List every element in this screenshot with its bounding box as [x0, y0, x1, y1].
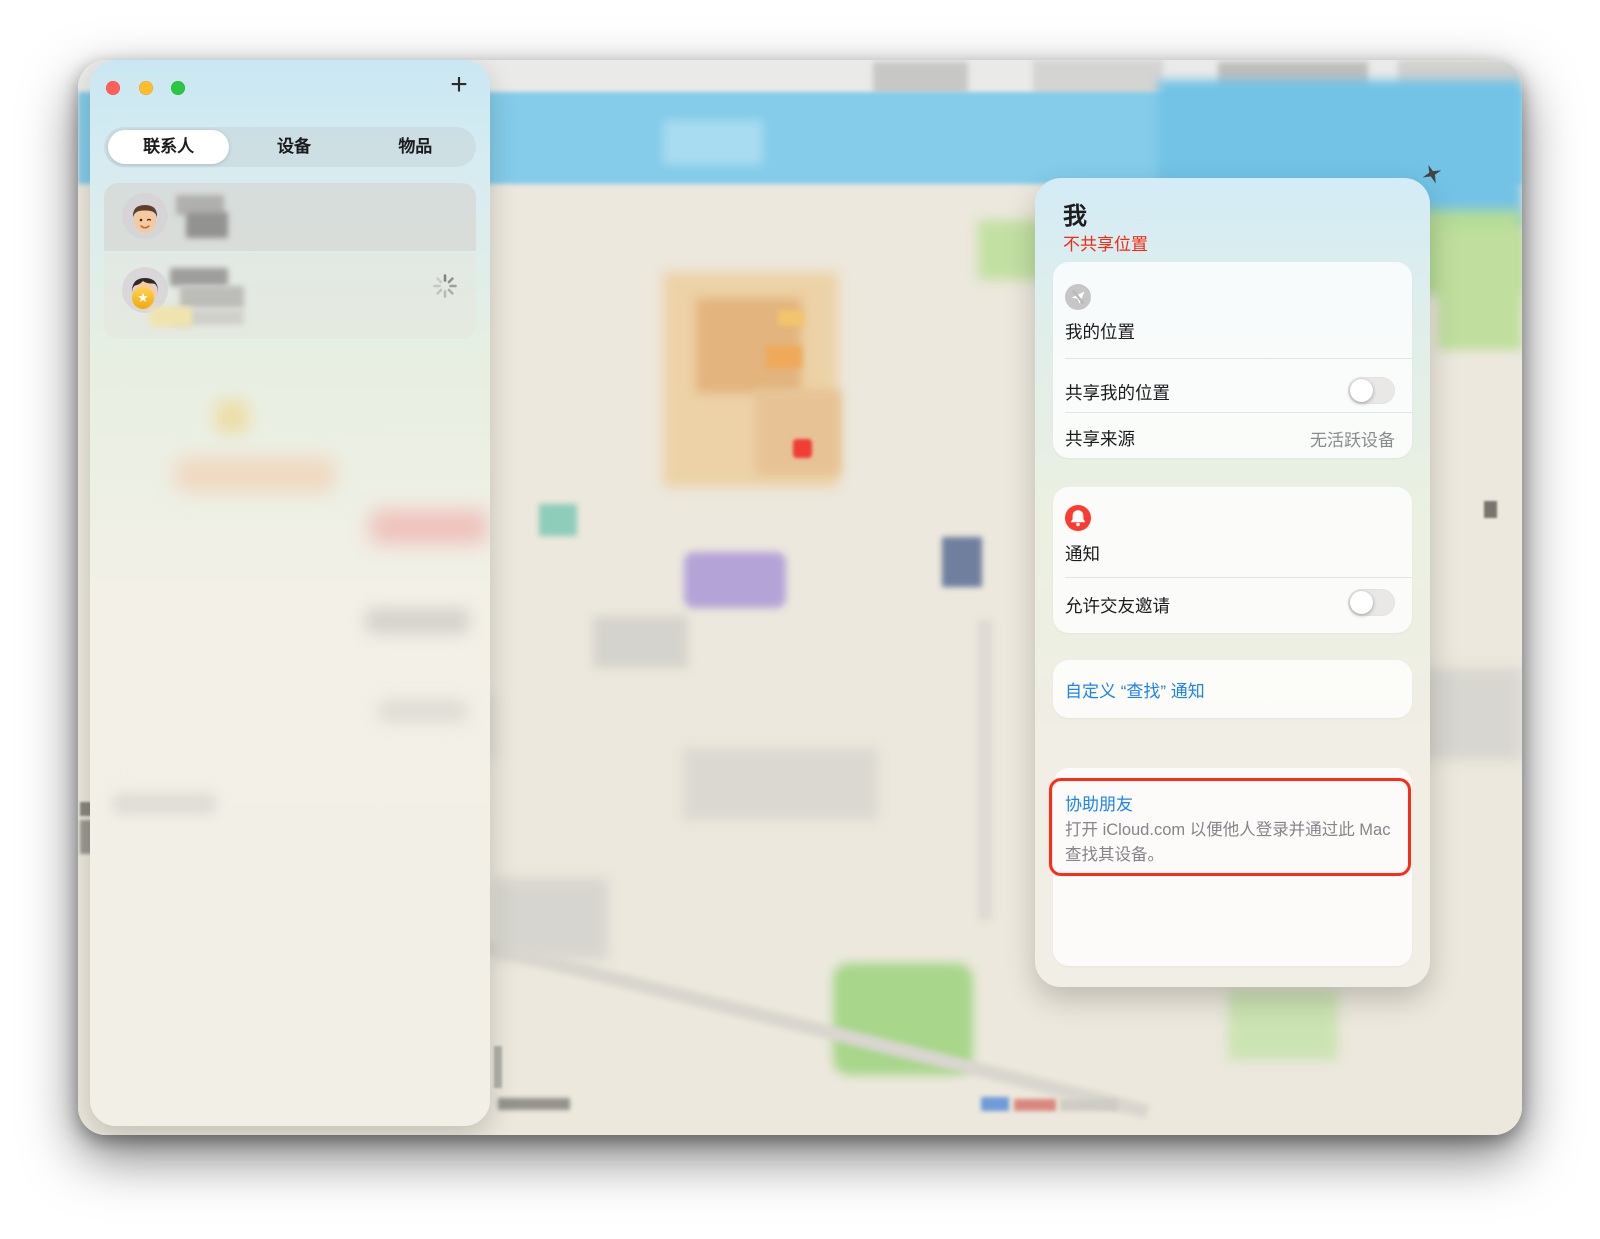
- help-friend-link[interactable]: 协助朋友: [1065, 790, 1133, 815]
- map-blob: [1033, 60, 1163, 96]
- help-friend-card: 协助朋友 打开 iCloud.com 以便他人登录并通过此 Mac 查找其设备。: [1053, 768, 1412, 966]
- tab-devices[interactable]: 设备: [233, 127, 354, 167]
- map-label-blob: [1060, 1099, 1118, 1111]
- divider: [1065, 412, 1412, 413]
- notifications-card: 通知 允许交友邀请: [1053, 487, 1412, 633]
- redacted-name: [150, 307, 192, 327]
- bell-icon: [1065, 505, 1091, 531]
- sidebar-map-blob: [215, 400, 249, 434]
- contact-row[interactable]: [104, 183, 476, 251]
- sidebar-map-blob: [112, 793, 217, 815]
- share-source-label: 共享来源: [1065, 426, 1135, 451]
- map-marker-red: [793, 439, 812, 458]
- sidebar: + 联系人 设备 物品: [90, 60, 490, 1126]
- contact-row[interactable]: ★: [104, 253, 476, 339]
- map-blob: [1228, 990, 1338, 1060]
- map-road: [978, 620, 992, 920]
- sidebar-map-blob: [378, 700, 468, 722]
- add-button[interactable]: +: [446, 72, 472, 98]
- toggle-knob: [1350, 591, 1373, 614]
- map-blob: [756, 390, 841, 475]
- me-panel: 我 不共享位置 我的位置 共享我的位置 共享来源 无活跃设备: [1035, 178, 1430, 987]
- share-location-label: 共享我的位置: [1065, 380, 1170, 405]
- map-blob: [942, 537, 982, 587]
- my-location-row[interactable]: 我的位置: [1065, 319, 1135, 344]
- tab-contacts[interactable]: 联系人: [108, 130, 229, 164]
- redacted-name: [180, 286, 244, 308]
- customize-notifications-card: 自定义 “查找” 通知: [1053, 660, 1412, 718]
- segmented-tabs: 联系人 设备 物品: [104, 127, 476, 167]
- map-attribution: [498, 1098, 570, 1110]
- findmy-window: + 联系人 设备 物品: [78, 60, 1522, 1135]
- map-blob: [683, 748, 878, 820]
- map-attribution: [494, 1046, 502, 1088]
- close-window-button[interactable]: [106, 81, 120, 95]
- customize-notifications-link[interactable]: 自定义 “查找” 通知: [1065, 677, 1205, 702]
- redacted-name: [170, 268, 228, 286]
- panel-title: 我: [1063, 196, 1087, 231]
- sidebar-map-blob: [370, 510, 488, 544]
- map-blob: [684, 552, 786, 608]
- location-disabled-icon: [1065, 284, 1091, 310]
- share-location-toggle[interactable]: [1348, 377, 1395, 404]
- help-friend-description: 打开 iCloud.com 以便他人登录并通过此 Mac 查找其设备。: [1065, 818, 1397, 868]
- toggle-knob: [1350, 379, 1373, 402]
- star-badge-icon: ★: [132, 287, 154, 309]
- map-blob: [539, 504, 577, 536]
- contacts-list: ★: [104, 183, 476, 339]
- map-label-blob: [1014, 1099, 1056, 1111]
- loading-spinner-icon: [431, 272, 459, 300]
- divider: [1065, 577, 1412, 578]
- minimize-window-button[interactable]: [139, 81, 153, 95]
- notifications-title: 通知: [1065, 541, 1100, 566]
- map-blob: [873, 62, 968, 94]
- map-blob: [663, 120, 763, 165]
- map-blob: [593, 616, 688, 668]
- map-blob: [766, 346, 802, 368]
- map-label-blob: [1484, 501, 1497, 518]
- location-card: 我的位置 共享我的位置 共享来源 无活跃设备: [1053, 262, 1412, 458]
- friend-invites-toggle[interactable]: [1348, 589, 1395, 616]
- divider: [1065, 358, 1412, 359]
- map-blob: [778, 310, 804, 326]
- tab-items[interactable]: 物品: [355, 127, 476, 167]
- zoom-window-button[interactable]: [171, 81, 185, 95]
- map-label-blob: [981, 1097, 1009, 1111]
- redacted-name: [186, 212, 228, 238]
- sharing-status: 不共享位置: [1063, 230, 1148, 255]
- man-memoji-avatar: [122, 193, 168, 239]
- sidebar-map-blob: [175, 458, 335, 492]
- map-blob: [1438, 230, 1522, 350]
- sidebar-map-blob: [365, 608, 470, 634]
- share-source-value: 无活跃设备: [1310, 426, 1395, 451]
- friend-invites-label: 允许交友邀请: [1065, 593, 1170, 618]
